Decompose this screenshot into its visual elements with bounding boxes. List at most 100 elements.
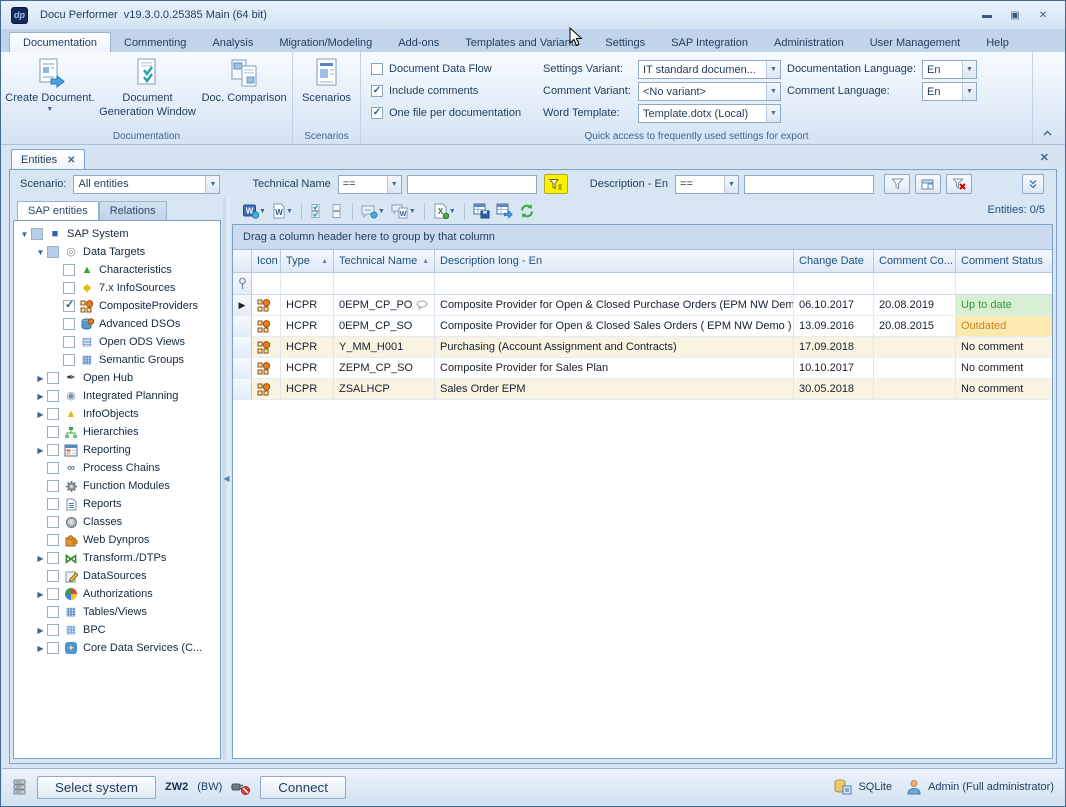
description-filter-input[interactable] <box>744 175 874 194</box>
expand-arrow-icon[interactable]: ▶ <box>34 446 47 455</box>
tree-checkbox[interactable] <box>47 390 59 402</box>
column-header-description[interactable]: Description long - En <box>435 250 794 273</box>
column-header-comment-date[interactable]: Comment Co... <box>874 250 956 273</box>
collapse-panel-icon[interactable]: ◀ <box>223 474 229 483</box>
expand-arrow-icon[interactable]: ▶ <box>34 374 47 383</box>
expand-arrow-icon[interactable]: ▶ <box>34 626 47 635</box>
tree-checkbox[interactable] <box>63 282 75 294</box>
column-header-type[interactable]: Type▲ <box>281 250 334 273</box>
sidebar-item-infosources[interactable]: ◆ 7.x InfoSources <box>14 279 220 297</box>
sidebar-item-integrated-planning[interactable]: ▶ ◉ Integrated Planning <box>14 387 220 405</box>
connect-button[interactable]: Connect <box>260 776 346 799</box>
include-comments-checkbox[interactable]: Include comments <box>371 82 478 100</box>
sidebar-item-infoobjects[interactable]: ▶ ▲ InfoObjects <box>14 405 220 423</box>
tree-checkbox[interactable] <box>31 228 43 240</box>
sidebar-item-authorizations[interactable]: ▶ Authorizations <box>14 585 220 603</box>
ribbon-tab-administration[interactable]: Administration <box>761 33 857 52</box>
sidebar-item-datasources[interactable]: DataSources <box>14 567 220 585</box>
comment-word-button[interactable]: W ▼ <box>388 201 419 221</box>
minimize-button[interactable]: ▬ <box>973 6 1001 24</box>
ribbon-tab-settings[interactable]: Settings <box>592 33 658 52</box>
description-operator-select[interactable]: == ▼ <box>675 175 739 194</box>
sidebar-item-semantic-groups[interactable]: ▦ Semantic Groups <box>14 351 220 369</box>
sidebar-item-data-targets[interactable]: ▼ ◎ Data Targets <box>14 243 220 261</box>
sidebar-item-bpc[interactable]: ▶ ▦ BPC <box>14 621 220 639</box>
filter-cell[interactable] <box>281 273 334 295</box>
table-row[interactable]: ▶ HCPR 0EPM_CP_PO Composite Provider for… <box>233 295 1052 316</box>
sidebar-item-core-data-services[interactable]: ▶ ✦ Core Data Services (C... <box>14 639 220 657</box>
ribbon-tab-commenting[interactable]: Commenting <box>111 33 199 52</box>
maximize-button[interactable]: ▣ <box>1001 6 1029 24</box>
sidebar-item-tables-views[interactable]: ▦ Tables/Views <box>14 603 220 621</box>
table-row[interactable]: HCPR 0EPM_CP_SO Composite Provider for O… <box>233 316 1052 337</box>
close-document-panel-button[interactable]: ✕ <box>1040 151 1049 164</box>
tree-checkbox[interactable] <box>63 336 75 348</box>
tree-checkbox[interactable] <box>47 534 59 546</box>
one-file-per-documentation-checkbox[interactable]: One file per documentation <box>371 104 521 122</box>
ribbon-tab-sap-integration[interactable]: SAP Integration <box>658 33 761 52</box>
sidebar-item-process-chains[interactable]: ∞ Process Chains <box>14 459 220 477</box>
ribbon-tab-analysis[interactable]: Analysis <box>199 33 266 52</box>
document-generation-window-button[interactable]: Document Generation Window <box>95 55 200 128</box>
sidebar-item-advanced-dsos[interactable]: Advanced DSOs <box>14 315 220 333</box>
table-row[interactable]: HCPR ZEPM_CP_SO Composite Provider for S… <box>233 358 1052 379</box>
filter-cell[interactable] <box>956 273 1052 295</box>
sidebar-item-reporting[interactable]: ▶ Reporting <box>14 441 220 459</box>
tree-checkbox[interactable] <box>47 606 59 618</box>
load-layout-button[interactable] <box>493 201 516 221</box>
collapse-ribbon-button[interactable] <box>1042 128 1053 140</box>
filter-button[interactable] <box>884 174 910 194</box>
sidebar-item-classes[interactable]: Classes <box>14 513 220 531</box>
comment-language-select[interactable]: En ▼ <box>922 82 977 101</box>
sidebar-item-transform-dtps[interactable]: ▶ ⋈ Transform./DTPs <box>14 549 220 567</box>
tree-checkbox[interactable] <box>47 588 59 600</box>
sidebar-item-open-hub[interactable]: ▶ ✒ Open Hub <box>14 369 220 387</box>
sidebar-item-web-dynpros[interactable]: Web Dynpros <box>14 531 220 549</box>
filter-cell[interactable] <box>334 273 435 295</box>
clear-filter-button[interactable] <box>946 174 972 194</box>
sidebar-item-characteristics[interactable]: ▲ Characteristics <box>14 261 220 279</box>
tree-checkbox[interactable] <box>47 462 59 474</box>
ribbon-tab-add-ons[interactable]: Add-ons <box>385 33 452 52</box>
expand-arrow-icon[interactable]: ▶ <box>34 410 47 419</box>
comment-variant-select[interactable]: <No variant> ▼ <box>638 82 781 101</box>
tree-checkbox[interactable] <box>47 642 59 654</box>
ribbon-tab-help[interactable]: Help <box>973 33 1022 52</box>
expand-arrow-icon[interactable]: ▶ <box>34 590 47 599</box>
sidebar-item-open-ods-views[interactable]: ▤ Open ODS Views <box>14 333 220 351</box>
scenarios-button[interactable]: Scenarios <box>297 55 356 128</box>
word-document-button[interactable]: W ▼ <box>269 201 296 221</box>
expand-filter-options-button[interactable] <box>1022 174 1044 194</box>
tree-checkbox[interactable] <box>63 300 75 312</box>
filter-cell[interactable] <box>874 273 956 295</box>
tree-checkbox[interactable] <box>47 552 59 564</box>
tab-relations[interactable]: Relations <box>99 201 167 220</box>
tree-checkbox[interactable] <box>47 570 59 582</box>
tree-checkbox[interactable] <box>47 372 59 384</box>
technical-name-operator-select[interactable]: == ▼ <box>338 175 402 194</box>
tree-checkbox[interactable] <box>47 480 59 492</box>
tab-sap-entities[interactable]: SAP entities <box>17 201 99 220</box>
expand-arrow-icon[interactable]: ▶ <box>34 392 47 401</box>
close-tab-icon[interactable]: ✕ <box>67 155 75 166</box>
column-header-technical-name[interactable]: Technical Name▲ <box>334 250 435 273</box>
word-template-select[interactable]: Template.dotx (Local) ▼ <box>638 104 781 123</box>
check-all-button[interactable] <box>307 201 327 221</box>
ribbon-tab-migration-modeling[interactable]: Migration/Modeling <box>266 33 385 52</box>
create-document-button[interactable]: Create Document. ▼ <box>5 55 95 128</box>
tree-checkbox[interactable] <box>47 408 59 420</box>
column-header-comment-status[interactable]: Comment Status <box>956 250 1052 273</box>
save-layout-button[interactable] <box>470 201 493 221</box>
filter-editor-button[interactable] <box>915 174 941 194</box>
export-word-button[interactable]: W ▼ <box>240 201 269 221</box>
tree-checkbox[interactable] <box>63 264 75 276</box>
tree-checkbox[interactable] <box>47 426 59 438</box>
expand-arrow-icon[interactable]: ▼ <box>34 248 47 257</box>
panel-splitter[interactable]: ◀ <box>223 198 230 759</box>
select-system-button[interactable]: Select system <box>37 776 156 799</box>
uncheck-all-button[interactable] <box>327 201 347 221</box>
ribbon-tab-documentation[interactable]: Documentation <box>9 32 111 52</box>
tree-checkbox[interactable] <box>47 498 59 510</box>
sidebar-item-function-modules[interactable]: Function Modules <box>14 477 220 495</box>
sidebar-item-sap-system[interactable]: ▼ ■ SAP System <box>14 225 220 243</box>
